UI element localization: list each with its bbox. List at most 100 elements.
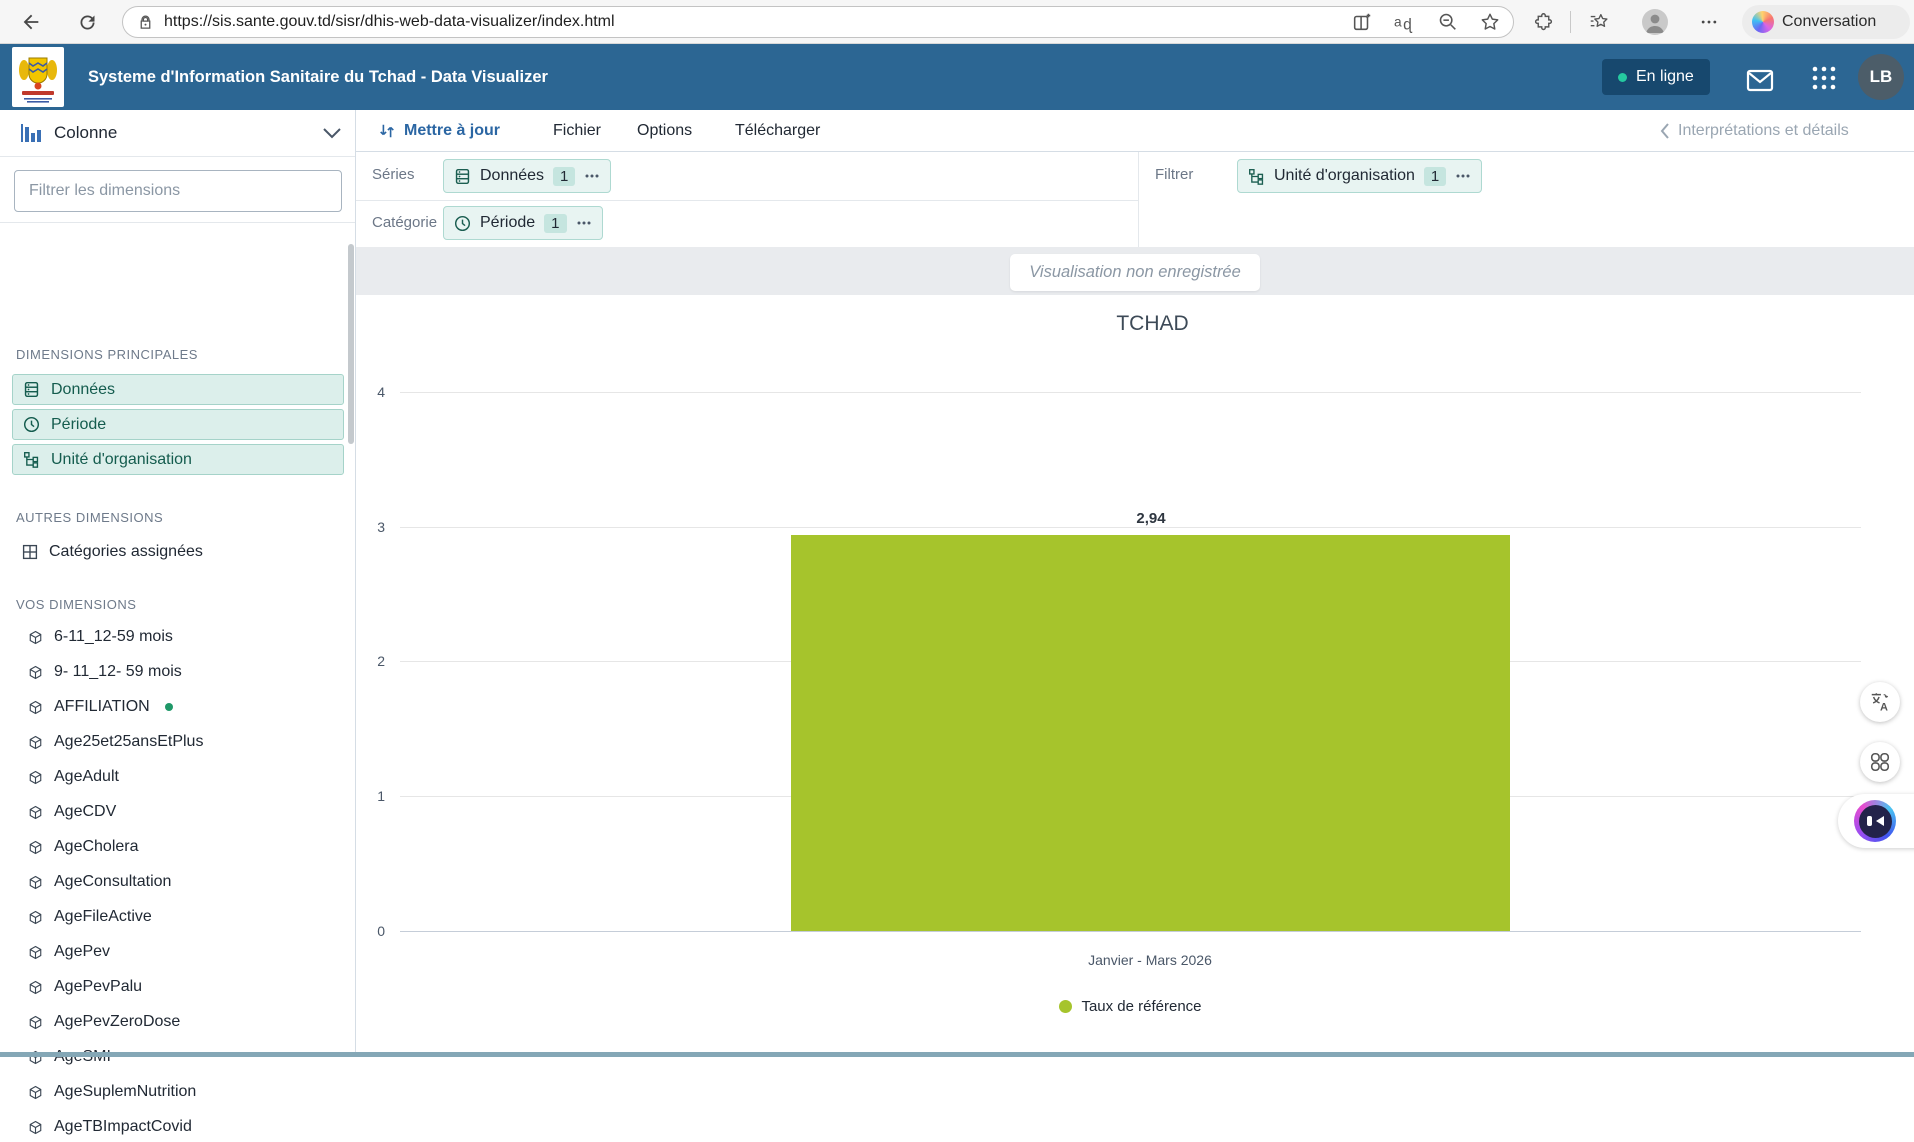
cube-icon	[28, 1015, 43, 1030]
browser-toolbar: https://sis.sante.gouv.td/sisr/dhis-web-…	[0, 0, 1914, 44]
list-item[interactable]: AgePevPalu	[28, 972, 344, 1002]
apps-menu-button[interactable]	[1808, 63, 1840, 93]
sidebar-item-categories-assignees[interactable]: Catégories assignées	[12, 536, 344, 567]
list-item[interactable]: AgePev	[28, 937, 344, 967]
column-chart-icon	[20, 123, 42, 143]
extensions-button[interactable]	[1528, 7, 1558, 37]
refresh-button[interactable]	[72, 7, 102, 37]
list-item[interactable]: AgeAdult	[28, 762, 344, 792]
section-main-dimensions: DIMENSIONS PRINCIPALES	[16, 347, 198, 362]
chip-menu-icon[interactable]	[584, 173, 600, 179]
layout-bar: Séries Données 1 Catégorie Période 1 Fil…	[356, 152, 1914, 247]
ellipsis-icon	[1699, 12, 1719, 32]
cube-icon	[28, 910, 43, 925]
avatar-initials: LB	[1870, 67, 1893, 87]
copilot-fab-button[interactable]	[1854, 800, 1896, 842]
list-item[interactable]: Age25et25ansEtPlus	[28, 727, 344, 757]
four-shapes-icon	[1869, 751, 1891, 773]
list-item[interactable]: AgeTBImpactCovid	[28, 1112, 344, 1142]
chip-label: Données	[480, 167, 544, 185]
chart-title: TCHAD	[400, 312, 1905, 336]
user-avatar[interactable]: LB	[1858, 54, 1904, 100]
list-item-label: 9- 11_12- 59 mois	[54, 663, 182, 681]
collections-star-icon	[1588, 11, 1610, 33]
url-bar[interactable]: https://sis.sante.gouv.td/sisr/dhis-web-…	[122, 6, 1514, 38]
chip-menu-icon[interactable]	[576, 220, 592, 226]
bar-taux-de-reference[interactable]	[791, 535, 1510, 931]
list-item-label: AgePev	[54, 943, 110, 961]
list-item[interactable]: AgePevZeroDose	[28, 1007, 344, 1037]
back-button[interactable]	[16, 7, 46, 37]
legend-item[interactable]: Taux de référence	[400, 998, 1861, 1015]
svg-text:A: A	[1880, 701, 1888, 713]
svg-text:ɖ: ɖ	[1403, 16, 1413, 33]
envelope-icon	[1746, 69, 1774, 92]
file-menu-button[interactable]: Fichier	[553, 110, 601, 151]
options-menu-button[interactable]: Options	[637, 110, 692, 151]
list-item-label: Age25et25ansEtPlus	[54, 733, 203, 751]
online-status-label: En ligne	[1636, 68, 1694, 86]
list-item-label: AgeCholera	[54, 838, 139, 856]
chip-menu-icon[interactable]	[1455, 173, 1471, 179]
bar-value-label: 2,94	[1101, 510, 1201, 527]
messages-button[interactable]: 463577	[1740, 65, 1780, 95]
sidebar-scrollbar[interactable]	[348, 244, 354, 444]
copilot-eyes-icon	[1859, 805, 1892, 838]
update-button[interactable]: Mettre à jour	[378, 110, 500, 151]
url-text: https://sis.sante.gouv.td/sisr/dhis-web-…	[164, 13, 1351, 31]
interpretations-label: Interprétations et détails	[1678, 122, 1849, 140]
list-item-label: AgeFileActive	[54, 908, 152, 926]
translate-page-icon: A	[1869, 691, 1891, 713]
browser-profile-avatar[interactable]	[1642, 9, 1668, 35]
list-item-label: AgePevZeroDose	[54, 1013, 180, 1031]
series-chip-donnees[interactable]: Données 1	[443, 159, 611, 193]
clock-icon	[23, 416, 40, 433]
unsaved-visualization-badge: Visualisation non enregistrée	[1010, 254, 1260, 291]
split-screen-icon[interactable]	[1351, 11, 1373, 33]
favorite-star-icon[interactable]	[1479, 11, 1501, 33]
cube-icon	[28, 1120, 43, 1135]
list-item-label: AgeSuplemNutrition	[54, 1083, 196, 1101]
assigned-categories-icon	[22, 544, 38, 560]
translate-fab-button[interactable]: A	[1860, 682, 1900, 722]
list-item[interactable]: AgeCholera	[28, 832, 344, 862]
list-item[interactable]: AgeSMI	[28, 1042, 344, 1072]
collections-button[interactable]	[1584, 7, 1614, 37]
workspaces-fab-button[interactable]	[1860, 742, 1900, 782]
org-unit-icon	[1248, 168, 1265, 185]
list-item[interactable]: AgeSuplemNutrition	[28, 1077, 344, 1107]
browser-menu-button[interactable]	[1694, 7, 1724, 37]
list-item[interactable]: AFFILIATION	[28, 692, 344, 722]
chevron-left-icon	[1660, 123, 1670, 139]
section-your-dimensions: VOS DIMENSIONS	[16, 597, 136, 612]
cube-icon	[28, 770, 43, 785]
bottom-edge-strip	[0, 1052, 1914, 1057]
list-item[interactable]: 6-11_12-59 mois	[28, 622, 344, 652]
chart-type-selector[interactable]: Colonne	[0, 110, 355, 157]
filter-chip-unite-organisation[interactable]: Unité d'organisation 1	[1237, 159, 1482, 193]
translate-icon[interactable]: aɖ	[1393, 11, 1417, 33]
list-item[interactable]: AgeFileActive	[28, 902, 344, 932]
cube-icon	[28, 980, 43, 995]
app-title: Systeme d'Information Sanitaire du Tchad…	[88, 44, 548, 110]
dimension-filter-input[interactable]	[14, 170, 342, 212]
list-item[interactable]: AgeConsultation	[28, 867, 344, 897]
list-item[interactable]: 9- 11_12- 59 mois	[28, 657, 344, 687]
chevron-down-icon	[323, 128, 341, 139]
layout-column-divider	[1138, 152, 1139, 247]
category-chip-periode[interactable]: Période 1	[443, 206, 603, 240]
app-logo[interactable]	[12, 47, 64, 107]
list-item-label: AgeSMI	[54, 1048, 111, 1066]
sidebar-item-periode[interactable]: Période	[12, 409, 344, 440]
download-menu-button[interactable]: Télécharger	[735, 110, 820, 151]
interpretations-toggle[interactable]: Interprétations et détails	[1660, 110, 1849, 151]
chip-count-badge: 1	[1424, 167, 1446, 186]
zoom-out-icon[interactable]	[1437, 11, 1459, 33]
sidebar-item-donnees[interactable]: Données	[12, 374, 344, 405]
chip-count-badge: 1	[544, 214, 566, 233]
person-icon	[1642, 9, 1668, 35]
sidebar-item-unite-organisation[interactable]: Unité d'organisation	[12, 444, 344, 475]
copilot-button[interactable]: Conversation	[1742, 5, 1910, 39]
org-unit-icon	[23, 451, 40, 468]
list-item[interactable]: AgeCDV	[28, 797, 344, 827]
